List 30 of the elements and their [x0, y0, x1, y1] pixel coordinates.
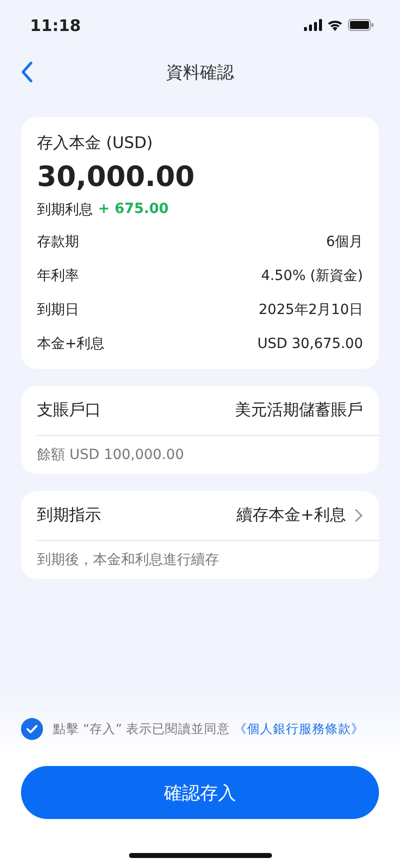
detail-label: 存款期 — [37, 233, 79, 251]
interest-label: 到期利息 — [37, 201, 93, 219]
detail-label: 到期日 — [37, 301, 79, 319]
detail-value: 6個月 — [326, 233, 363, 251]
maturity-note: 到期後，本金和利息進行續存 — [37, 551, 220, 570]
balance-text: 餘額 USD 100,000.00 — [37, 446, 185, 465]
signal-icon — [304, 19, 322, 31]
maturity-card[interactable]: 到期指示 續存本金+利息 到期後，本金和利息進行續存 — [21, 491, 379, 579]
battery-icon — [348, 19, 374, 31]
page-title: 資料確認 — [166, 62, 234, 84]
maturity-label: 到期指示 — [37, 505, 101, 526]
account-label: 支賬戶口 — [37, 400, 101, 421]
detail-label: 本金+利息 — [37, 335, 105, 353]
detail-label: 年利率 — [37, 267, 79, 285]
status-time: 11:18 — [30, 16, 81, 34]
detail-value: 4.50% (新資金) — [261, 267, 363, 285]
account-value: 美元活期儲蓄賬戶 — [235, 400, 363, 421]
wifi-icon — [327, 19, 343, 31]
detail-value: USD 30,675.00 — [257, 336, 363, 352]
back-icon[interactable] — [20, 61, 34, 83]
interest-value: + 675.00 — [98, 201, 169, 219]
detail-value: 2025年2月10日 — [258, 301, 363, 319]
agreement-text: 點擊 “存入” 表示已閱讀並同意 《個人銀行服務條款》 — [53, 720, 364, 738]
checkbox[interactable] — [21, 718, 43, 740]
terms-link[interactable]: 《個人銀行服務條款》 — [234, 720, 364, 736]
maturity-value: 續存本金+利息 — [236, 505, 346, 526]
principal-amount: 30,000.00 — [37, 160, 196, 193]
principal-label: 存入本金 (USD) — [37, 133, 154, 154]
chevron-icon — [354, 508, 363, 523]
confirm-button[interactable]: 確認存入 — [21, 766, 379, 819]
